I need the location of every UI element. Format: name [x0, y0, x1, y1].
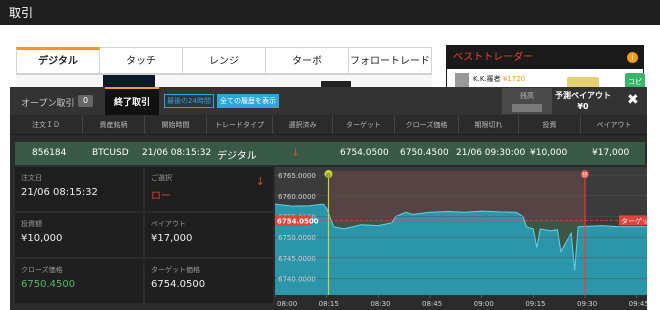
x-tick-label: 08:15 [319, 300, 339, 308]
cell-trade-type: デジタル [217, 151, 257, 162]
top-bar: 取引 [0, 0, 660, 25]
avatar [455, 73, 469, 87]
payout-label: 予測ペイアウト [555, 91, 611, 100]
x-tick-label: 09:00 [474, 300, 494, 308]
invest-label: 投資額 [21, 220, 42, 228]
x-tick-label: 09:15 [525, 300, 545, 308]
cell-investment: ¥10,000 [530, 148, 568, 158]
best-traders-widget: ベストトレーダー i K.K.羅者 ¥1720 コピー [446, 45, 645, 104]
close-label: クローズ価格 [21, 266, 63, 274]
table-row[interactable]: 856184 BTCUSD 21/06 08:15:32 デジタル ↓ 6754… [15, 142, 645, 165]
cell-open-time: 21/06 08:15:32 [142, 148, 212, 158]
page-title: 取引 [9, 6, 34, 20]
y-tick-label: 6765.0000 [278, 172, 316, 180]
tab-follow-trade[interactable]: フォロートレード [349, 47, 432, 74]
filter-all-button[interactable]: 全ての履歴を表示 [217, 94, 279, 108]
start-marker-label: ◎ [325, 172, 330, 179]
payout-detail-value: ¥17,000 [151, 233, 193, 244]
x-tick-label: 08:30 [370, 300, 390, 308]
chart-svg: 6765.00006760.00006755.00006750.00006745… [275, 170, 647, 310]
tab-turbo[interactable]: ターボ [266, 47, 349, 74]
col-trade-type: トレードタイプ [207, 115, 273, 134]
info-icon[interactable]: i [627, 52, 638, 63]
trader-name: K.K.羅者 ¥1720 [473, 75, 526, 83]
target-value-text: 6754.0500 [277, 217, 319, 225]
x-tick-label: 09:30 [577, 300, 597, 308]
payout-detail-label: ペイアウト [151, 220, 186, 228]
cell-asset: BTCUSD [92, 148, 129, 158]
target-label-text: ターゲット [621, 216, 647, 225]
best-traders-title: ベストトレーダー [447, 46, 643, 69]
cell-target: 6754.0500 [340, 148, 389, 158]
col-selected: 選択済み [273, 115, 333, 134]
close-icon[interactable]: ✖ [627, 92, 639, 108]
tab-range[interactable]: レンジ [183, 47, 266, 74]
cell-order-id: 856184 [32, 148, 67, 158]
tab-open-trades[interactable]: オープン取引 [21, 96, 74, 109]
col-order-id: 注文ＩＤ [10, 115, 83, 134]
tab-touch[interactable]: タッチ [100, 47, 183, 74]
table-header: 注文ＩＤ 資産銘柄 開始時間 トレードタイプ 選択済み ターゲット クローズ価格… [10, 115, 647, 135]
col-expiry: 期限切れ [459, 115, 519, 134]
x-tick-label: 08:00 [277, 300, 297, 308]
col-target: ターゲット [333, 115, 395, 134]
balance-label: 残高 [520, 92, 534, 100]
filter-24h-button[interactable]: 最後の24時間 [164, 94, 214, 108]
invest-value: ¥10,000 [21, 233, 63, 244]
open-count-badge: 0 [78, 95, 93, 107]
panel-header: オープン取引 0 終了取引 最後の24時間 全ての履歴を表示 残高 予測ペイアウ… [10, 87, 647, 115]
expected-payout: 予測ペイアウト ¥0 [555, 88, 611, 114]
balance-box: 残高 [502, 88, 552, 114]
target-label: ターゲット価格 [151, 266, 200, 274]
detail-choice: ご選択 ロー ↓ [145, 167, 273, 211]
detail-order-date: 注文日 21/06 08:15:32 [15, 167, 143, 211]
col-investment: 投資 [519, 115, 581, 134]
col-open-time: 開始時間 [145, 115, 207, 134]
close-value: 6750.4500 [21, 279, 76, 290]
y-tick-label: 6750.0000 [278, 234, 316, 242]
choice-value: ロー [151, 191, 171, 202]
detail-payout: ペイアウト ¥17,000 [145, 213, 273, 257]
cell-close-price: 6750.4500 [400, 148, 449, 158]
order-date-value: 21/06 08:15:32 [21, 187, 98, 198]
tab-digital[interactable]: デジタル [16, 47, 100, 74]
end-marker-label: 終 [582, 171, 588, 179]
cell-expiry: 21/06 09:30:00 [456, 148, 526, 158]
tab-closed-trades[interactable]: 終了取引 [105, 87, 159, 115]
cell-payout: ¥17,000 [592, 148, 630, 158]
col-payout: ペイアウト [596, 121, 632, 129]
y-tick-label: 6745.0000 [278, 255, 316, 263]
detail-investment: 投資額 ¥10,000 [15, 213, 143, 257]
down-arrow-icon: ↓ [255, 175, 265, 188]
order-date-label: 注文日 [21, 174, 42, 182]
target-value: 6754.0500 [151, 279, 206, 290]
payout-value: ¥0 [577, 102, 589, 111]
choice-label: ご選択 [151, 174, 172, 182]
x-tick-label: 08:45 [422, 300, 442, 308]
detail-target-price: ターゲット価格 6754.0500 [145, 259, 273, 303]
col-asset: 資産銘柄 [83, 115, 145, 134]
trade-type-tabs: デジタル タッチ レンジ ターボ フォロートレード [16, 47, 432, 75]
detail-close-price: クローズ価格 6750.4500 [15, 259, 143, 303]
x-tick-label: 09:45 [629, 300, 647, 308]
down-arrow-icon: ↓ [291, 146, 301, 159]
trade-history-panel: オープン取引 0 終了取引 最後の24時間 全ての履歴を表示 残高 予測ペイアウ… [10, 87, 647, 310]
trade-details: 注文日 21/06 08:15:32 ご選択 ロー ↓ 投資額 ¥10,000 … [15, 167, 273, 304]
balance-value-hidden [512, 104, 542, 112]
y-tick-label: 6760.0000 [278, 193, 316, 201]
col-close-price: クローズ価格 [395, 115, 459, 134]
price-chart: 6765.00006760.00006755.00006750.00006745… [275, 167, 647, 310]
y-tick-label: 6740.0000 [278, 275, 316, 283]
